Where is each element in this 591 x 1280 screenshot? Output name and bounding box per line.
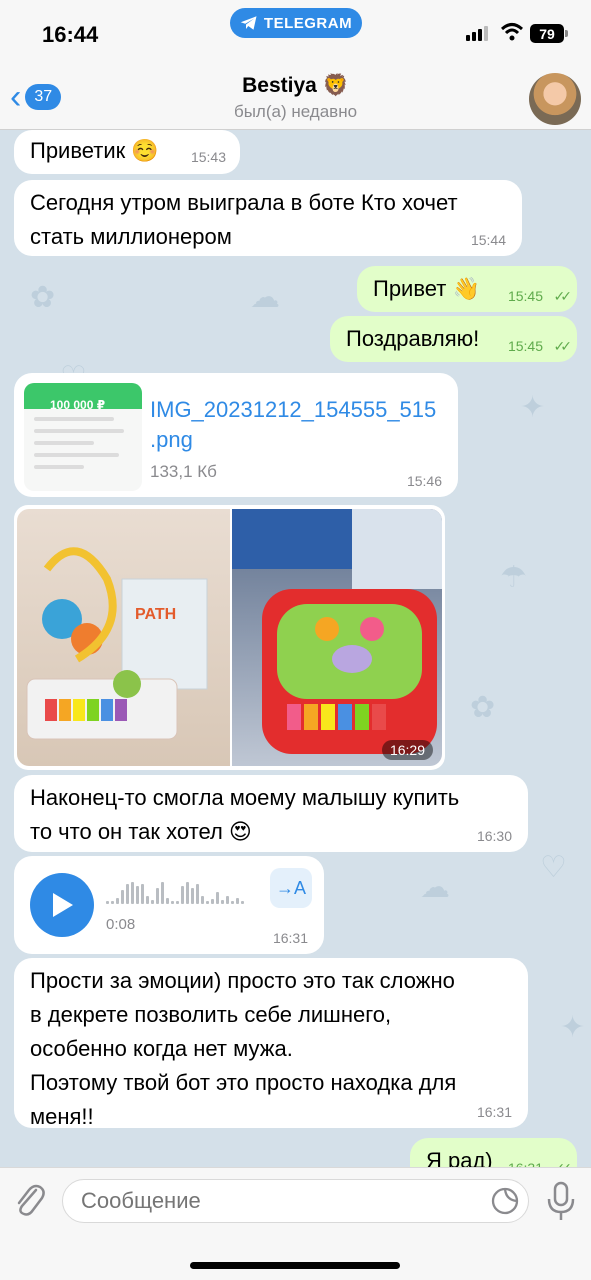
microphone-icon[interactable] <box>546 1180 576 1222</box>
voice-duration: 0:08 <box>106 916 136 933</box>
telegram-return-pill[interactable]: TELEGRAM <box>230 8 362 38</box>
photo-toys-1[interactable]: PATH <box>17 509 230 766</box>
message-time: 15:44 <box>470 232 506 248</box>
chat-header: ‹ 37 Bestiya 🦁 был(а) недавно <box>0 66 591 130</box>
message-bubble[interactable]: Приветик ☺️ 15:43 <box>14 130 240 174</box>
message-time: 15:45 <box>507 288 543 304</box>
file-thumbnail[interactable]: 100 000 ₽ <box>24 383 142 491</box>
home-indicator <box>190 1262 400 1269</box>
file-name-line: IMG_20231212_154555_515 <box>150 397 437 422</box>
message-input[interactable] <box>62 1179 529 1223</box>
file-name[interactable]: IMG_20231212_154555_515 .png <box>150 395 436 455</box>
message-time: 15:46 <box>406 473 442 489</box>
message-text-line: Прости за эмоции) просто это так сложно <box>30 968 455 993</box>
message-text: Поздравляю! <box>346 326 480 351</box>
message-text: Привет 👋 <box>373 276 480 301</box>
doodle-icon: ♡ <box>540 851 567 884</box>
message-time: 16:31 <box>476 1104 512 1120</box>
message-text-line: Поэтому твой бот это просто находка для <box>30 1070 457 1095</box>
status-bar: 16:44 TELEGRAM 79 <box>0 0 591 66</box>
wifi-icon <box>500 23 524 41</box>
doodle-icon: ✿ <box>470 691 496 724</box>
message-time: 16:30 <box>476 828 512 844</box>
message-time: 16:31 <box>272 930 308 946</box>
status-time: 16:44 <box>42 22 99 47</box>
photo-album[interactable]: PATH 16:29 <box>14 505 445 770</box>
photo-toys-2[interactable] <box>232 509 442 766</box>
telegram-pill-label: TELEGRAM <box>263 14 353 32</box>
message-text: Приветик ☺️ <box>30 138 159 163</box>
message-text-line: Сегодня утром выиграла в боте Кто хочет <box>30 190 458 215</box>
telegram-plane-icon <box>240 16 257 30</box>
sticker-icon[interactable] <box>490 1186 520 1216</box>
play-icon <box>53 893 73 917</box>
contact-name[interactable]: Bestiya 🦁 <box>0 74 591 98</box>
file-size: 133,1 Кб <box>150 462 217 481</box>
file-message[interactable]: 100 000 ₽ IMG_20231212_154555_515 .png 1… <box>14 373 458 497</box>
contact-status: был(а) недавно <box>233 102 358 121</box>
message-time: 15:43 <box>190 149 226 165</box>
message-text-line: Наконец-то смогла моему малышу купить <box>30 785 460 810</box>
message-bubble[interactable]: Прости за эмоции) просто это так сложно … <box>14 958 528 1129</box>
voice-waveform[interactable] <box>106 878 244 904</box>
message-time: 16:29 <box>381 740 433 760</box>
message-bubble[interactable]: Привет 👋 15:45 ✓✓ <box>357 266 577 312</box>
message-text-line: стать миллионером <box>30 224 232 249</box>
doodle-icon: ✦ <box>560 1011 586 1044</box>
double-check-icon: ✓✓ <box>553 288 573 304</box>
message-bubble[interactable]: Поздравляю! 15:45 ✓✓ <box>330 316 577 362</box>
photo-illustration: PATH <box>26 547 208 740</box>
message-text-line: в декрете позволить себе лишнего, <box>30 1002 392 1027</box>
transcribe-button[interactable]: →A <box>270 868 312 908</box>
message-bubble[interactable]: Сегодня утром выиграла в боте Кто хочет … <box>14 180 522 256</box>
file-name-line: .png <box>150 427 193 452</box>
doodle-icon: ✿ <box>30 281 56 314</box>
doodle-icon: ☁ <box>420 871 450 904</box>
message-time: 15:45 <box>507 338 543 354</box>
photo-illustration <box>232 509 442 754</box>
avatar[interactable] <box>529 73 581 125</box>
double-check-icon: ✓✓ <box>553 338 573 354</box>
voice-message[interactable]: 0:08 →A 16:31 <box>14 856 324 954</box>
battery-indicator: 79 <box>530 24 568 43</box>
svg-text:PATH: PATH <box>135 606 176 623</box>
cellular-signal-icon <box>466 26 488 41</box>
message-text-line: меня!! <box>30 1104 94 1129</box>
doodle-icon: ☂ <box>500 561 527 594</box>
doodle-icon: ✦ <box>520 391 546 424</box>
thumbnail-amount: 100 000 ₽ <box>24 383 142 412</box>
message-text-line: то что он так хотел 😍 <box>30 819 252 844</box>
play-button[interactable] <box>30 873 94 937</box>
message-text-line: особенно когда нет мужа. <box>30 1036 293 1061</box>
doodle-icon: ☁ <box>250 281 280 314</box>
message-bubble[interactable]: Наконец-то смогла моему малышу купить то… <box>14 775 528 852</box>
paperclip-icon[interactable] <box>12 1180 48 1220</box>
